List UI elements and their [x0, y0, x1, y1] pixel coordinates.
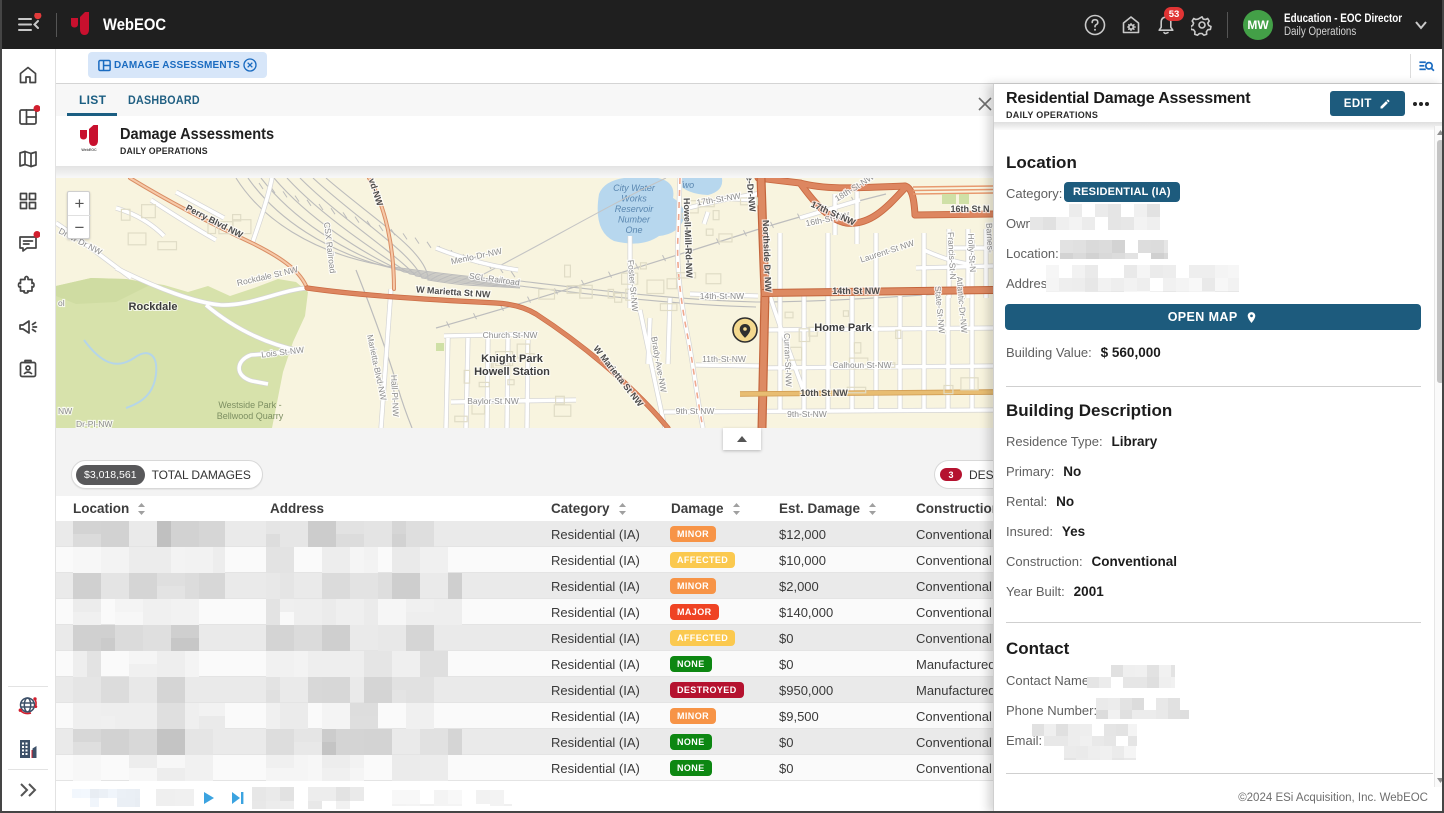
svg-text:ol: ol	[58, 298, 65, 308]
svg-text:16th St N: 16th St N	[950, 204, 989, 214]
svg-text:Howell Station: Howell Station	[474, 366, 550, 378]
svg-text:Knight Park: Knight Park	[481, 353, 544, 365]
svg-text:Baylor-St NW: Baylor-St NW	[467, 396, 518, 406]
svg-text:Calhoun St-NW: Calhoun St-NW	[832, 360, 891, 370]
svg-text:Church St-NW: Church St-NW	[483, 330, 538, 340]
svg-text:Westside Park -: Westside Park -	[218, 400, 281, 410]
svg-text:Bellwood Quarry: Bellwood Quarry	[217, 411, 284, 421]
svg-text:One: One	[625, 225, 642, 235]
svg-text:City Water: City Water	[613, 183, 656, 193]
svg-text:Curran-St-NW: Curran-St-NW	[782, 333, 794, 387]
svg-text:Reservoir: Reservoir	[615, 204, 655, 214]
svg-text:Dr-Pl-NW: Dr-Pl-NW	[76, 419, 112, 428]
svg-text:9th-St-NW: 9th-St-NW	[787, 409, 827, 419]
svg-text:Number: Number	[618, 215, 651, 225]
svg-text:10th St NW: 10th St NW	[800, 388, 848, 398]
svg-text:Holly-St-N: Holly-St-N	[966, 233, 978, 272]
svg-text:14th-St-NW: 14th-St-NW	[700, 291, 744, 301]
svg-text:14th St NW: 14th St NW	[832, 286, 880, 296]
svg-text:9th St NW: 9th St NW	[676, 406, 715, 416]
svg-text:Home Park: Home Park	[814, 322, 872, 334]
svg-text:11th-St-NW: 11th-St-NW	[702, 354, 746, 364]
svg-text:WebEOC: WebEOC	[81, 148, 97, 152]
svg-text:Rockdale: Rockdale	[129, 301, 178, 313]
svg-text:NW: NW	[58, 406, 72, 416]
